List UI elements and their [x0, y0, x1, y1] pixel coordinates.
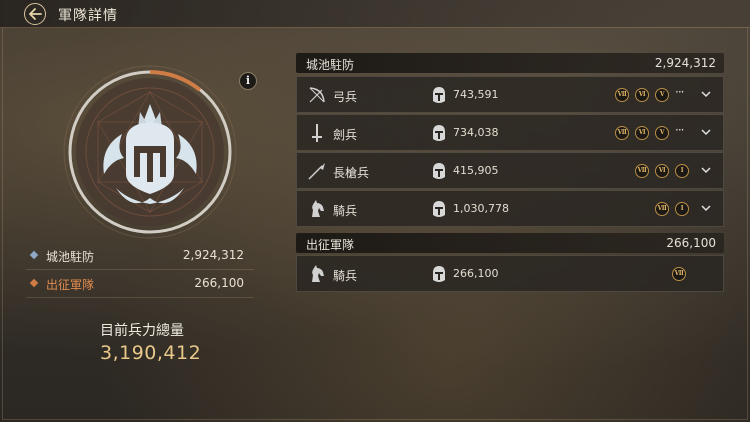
unit-count: 1,030,778 [453, 202, 509, 215]
unit-name: 長槍兵 [333, 166, 370, 180]
tier-badge: Ⅰ [675, 202, 689, 216]
chevron-down-icon[interactable] [701, 204, 711, 212]
sword-icon [312, 124, 322, 142]
garrison-section-label: 城池駐防 [306, 58, 355, 72]
tier-badge: Ⅵ [635, 126, 649, 140]
unit-count: 266,100 [453, 267, 499, 280]
bow-icon [309, 87, 325, 103]
info-button[interactable]: i [239, 72, 257, 90]
expedition-section-label: 出征軍隊 [306, 238, 355, 252]
chevron-down-icon[interactable] [701, 90, 711, 98]
unit-count: 734,038 [453, 126, 499, 139]
helmet-icon [433, 266, 445, 282]
tier-badge: Ⅴ [655, 126, 669, 140]
garrison-section-value: 2,924,312 [654, 56, 716, 70]
tier-badge: Ⅰ [675, 164, 689, 178]
tier-badge: Ⅶ [615, 88, 629, 102]
expedition-stat-row: 出征軍隊 266,100 [26, 270, 254, 298]
unit-row-cavalry[interactable]: 騎兵 1,030,778 Ⅶ Ⅰ [296, 190, 724, 227]
unit-name: 騎兵 [333, 204, 358, 218]
chevron-down-icon[interactable] [701, 128, 711, 136]
tier-badge: Ⅶ [635, 164, 649, 178]
tier-badge: Ⅴ [655, 88, 669, 102]
garrison-stat-label: 城池駐防 [46, 250, 95, 264]
unit-name: 騎兵 [333, 269, 358, 283]
back-arrow-icon [29, 8, 42, 20]
total-troops-label: 目前兵力總量 [100, 323, 184, 339]
expedition-stat-label: 出征軍隊 [46, 278, 95, 292]
unit-row-spearman[interactable]: 長槍兵 415,905 Ⅶ Ⅵ Ⅰ [296, 152, 724, 189]
more-tiers-icon: ··· [675, 123, 685, 137]
helmet-emblem-icon [63, 65, 237, 239]
helmet-icon [433, 163, 445, 179]
unit-row-swordsman[interactable]: 劍兵 734,038 Ⅶ Ⅵ Ⅴ ··· [296, 114, 724, 151]
page-title: 軍隊詳情 [58, 8, 118, 24]
unit-name: 劍兵 [333, 128, 358, 142]
garrison-stat-value: 2,924,312 [182, 248, 244, 262]
tier-badge: Ⅶ [655, 202, 669, 216]
unit-row-expedition-cavalry[interactable]: 騎兵 266,100 Ⅶ [296, 255, 724, 292]
unit-name: 弓兵 [333, 90, 358, 104]
expedition-bullet-icon [29, 278, 39, 288]
top-bar: 軍隊詳情 [0, 0, 750, 28]
tier-badge: Ⅵ [655, 164, 669, 178]
tier-badge: Ⅵ [635, 88, 649, 102]
garrison-section-header: 城池駐防 2,924,312 [296, 53, 724, 73]
tier-badge: Ⅶ [615, 126, 629, 140]
horse-icon [312, 200, 324, 217]
tier-badge: Ⅶ [672, 267, 686, 281]
total-troops-value: 3,190,412 [100, 342, 202, 364]
garrison-stat-row: 城池駐防 2,924,312 [26, 242, 254, 270]
unit-count: 743,591 [453, 88, 499, 101]
army-emblem [60, 62, 240, 242]
expedition-section-header: 出征軍隊 266,100 [296, 233, 724, 253]
garrison-bullet-icon [29, 250, 39, 260]
helmet-icon [433, 125, 445, 141]
unit-count: 415,905 [453, 164, 499, 177]
expedition-stat-value: 266,100 [194, 276, 244, 290]
back-button[interactable] [24, 3, 46, 25]
spear-icon [308, 163, 325, 180]
more-tiers-icon: ··· [675, 85, 685, 99]
helmet-icon [433, 87, 445, 103]
helmet-icon [433, 201, 445, 217]
unit-row-archer[interactable]: 弓兵 743,591 Ⅶ Ⅵ Ⅴ ··· [296, 76, 724, 113]
expedition-section-value: 266,100 [666, 236, 716, 250]
horse-icon [312, 265, 324, 282]
chevron-down-icon[interactable] [701, 166, 711, 174]
